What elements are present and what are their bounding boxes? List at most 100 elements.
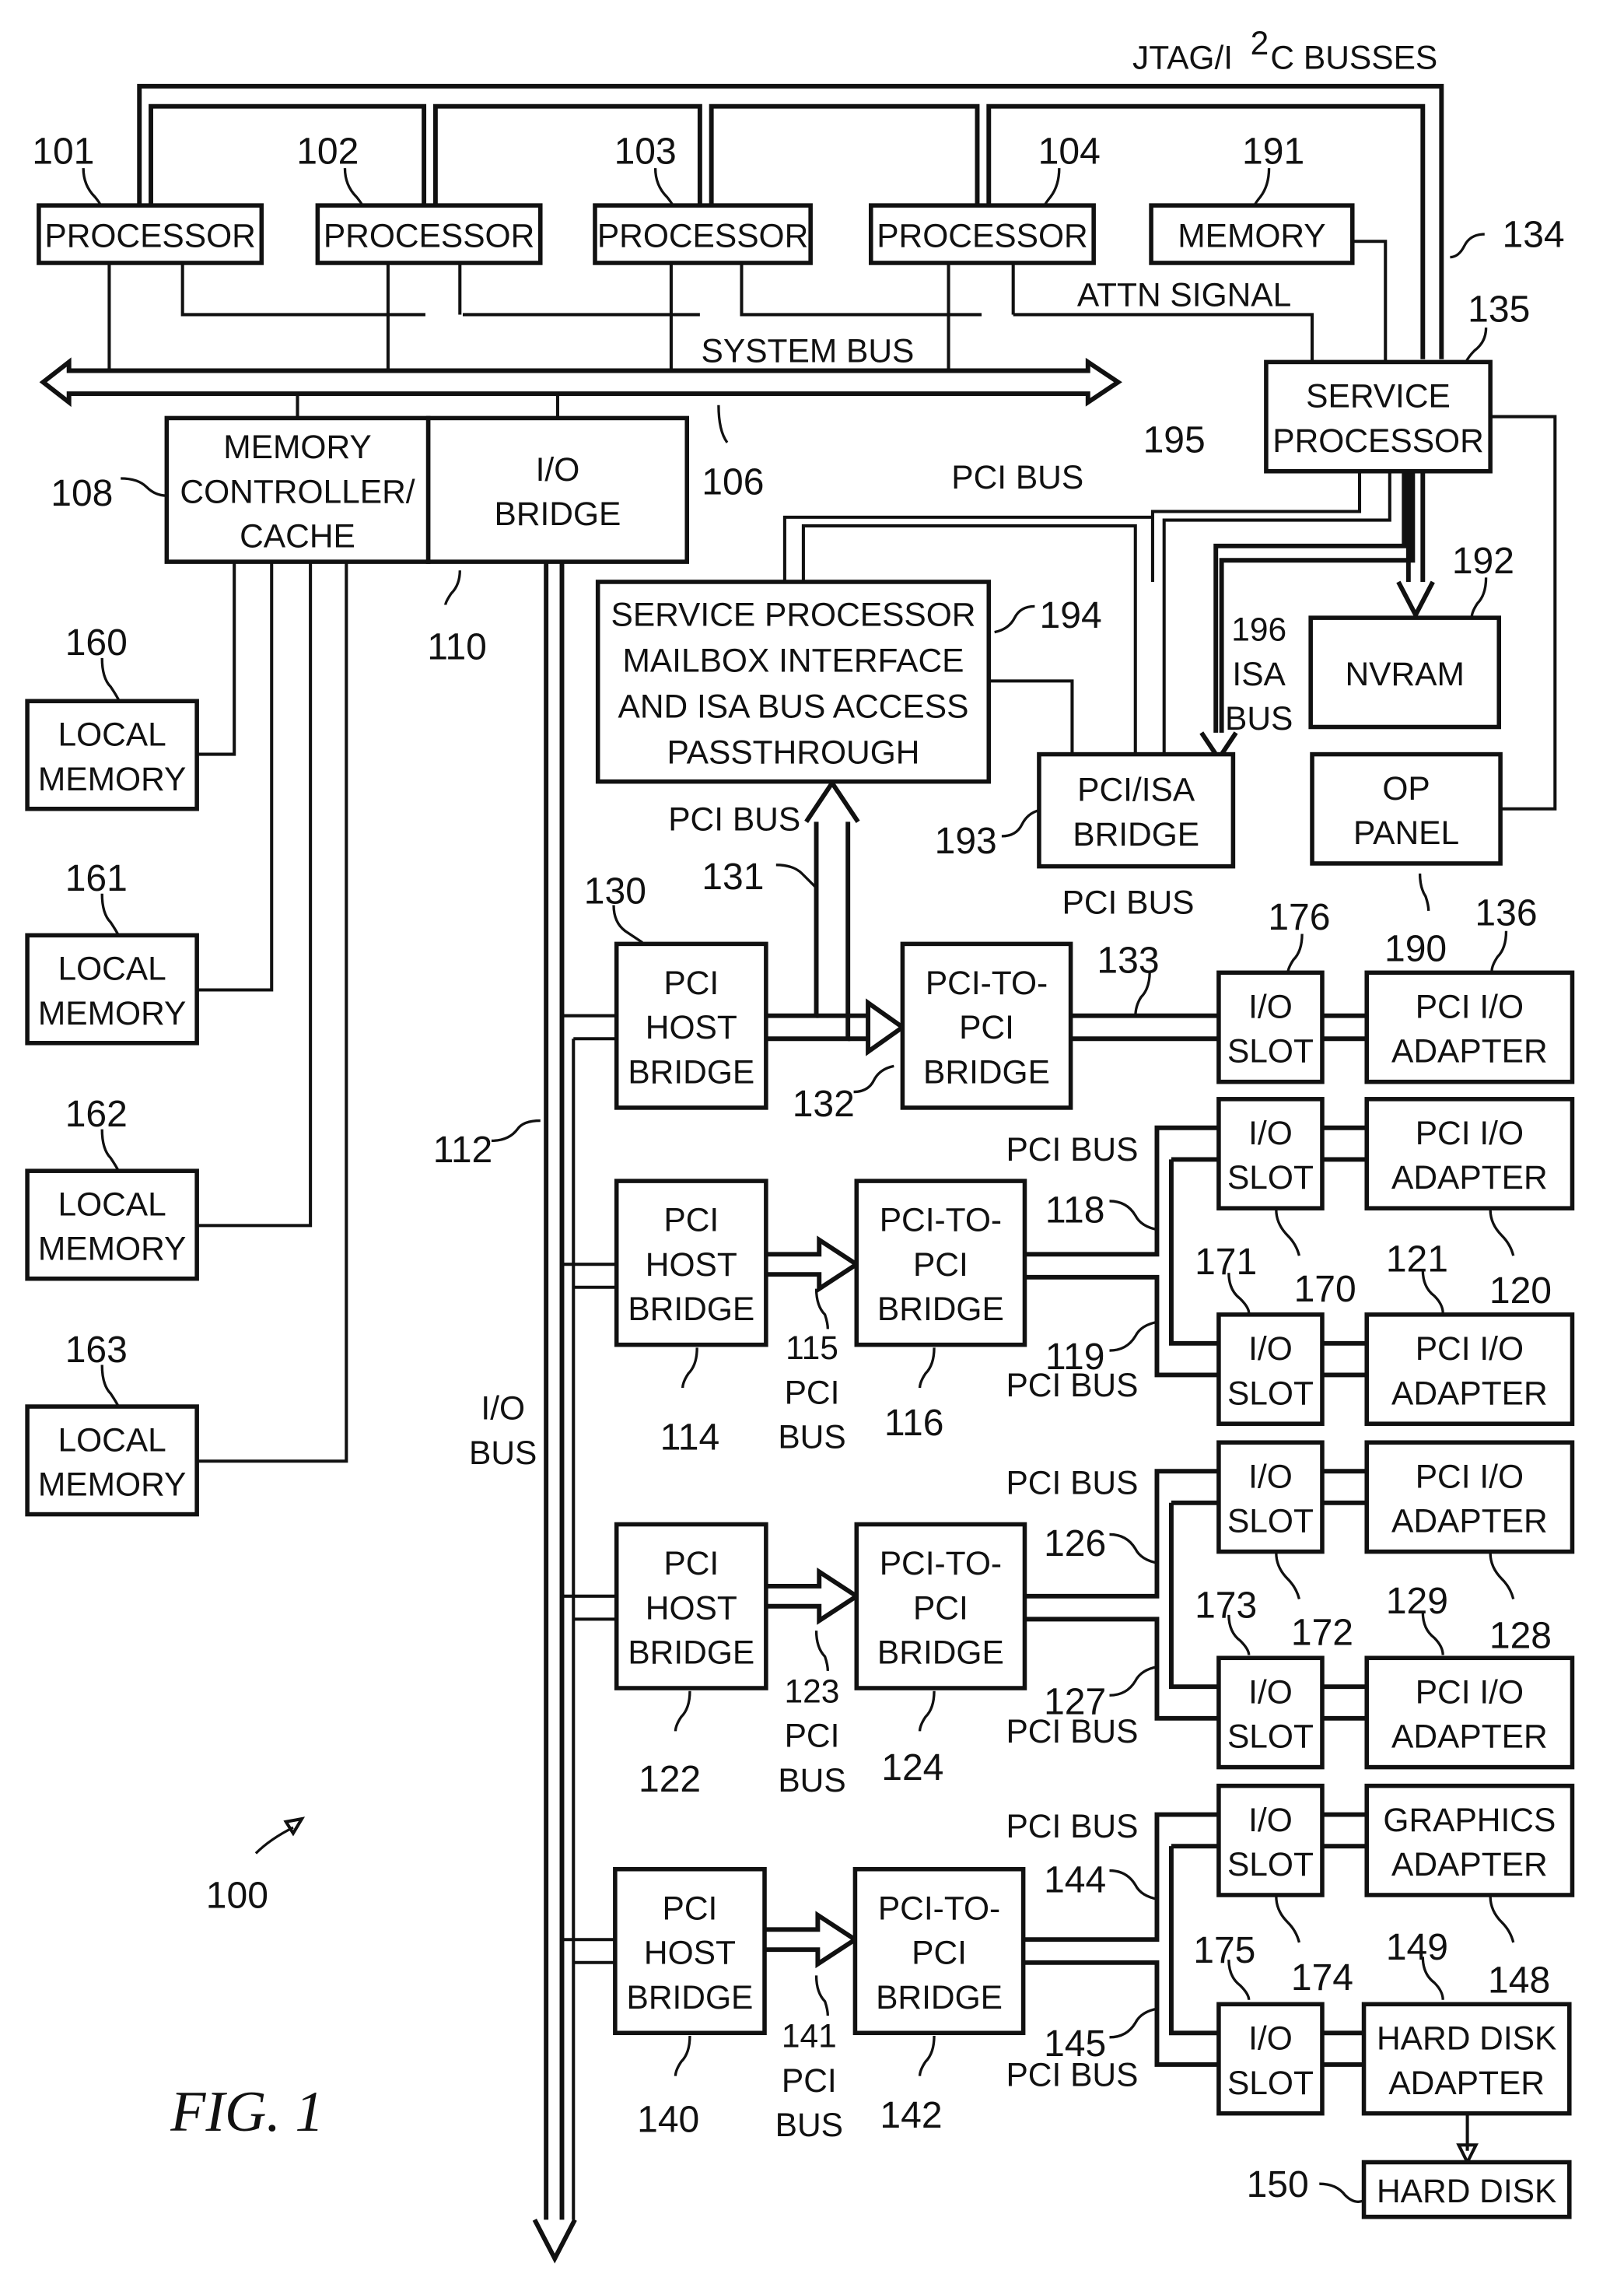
leader-line	[121, 477, 167, 497]
block-110	[425, 415, 690, 564]
leader-line	[814, 1631, 829, 1671]
system-ref-100: 100	[206, 1876, 268, 1917]
block-129-text: PCI I/O	[1416, 1674, 1524, 1711]
block-130-text: HOST	[646, 1010, 737, 1046]
leader-line	[1275, 1553, 1301, 1599]
bus-ref-133: 133	[1097, 940, 1159, 981]
block-174-text: I/O	[1248, 1802, 1293, 1839]
ref-102: 102	[296, 131, 359, 173]
block-120-text: ADAPTER	[1391, 1160, 1548, 1196]
ref-176: 176	[1268, 897, 1330, 938]
sp-op-panel-link	[1490, 415, 1557, 811]
block-124-text: BRIDGE	[877, 1635, 1004, 1672]
local-memory-links	[197, 562, 348, 1463]
leader-line	[814, 1288, 829, 1329]
leader-line	[918, 2035, 936, 2076]
leader-line	[1286, 934, 1304, 975]
ref-192: 192	[1452, 541, 1514, 582]
ref-162: 162	[65, 1094, 128, 1135]
block-122-text: PCI	[663, 1546, 719, 1582]
ref-140: 140	[637, 2100, 699, 2141]
leader-line	[1109, 1533, 1159, 1564]
block-149-text: HARD DISK	[1377, 2021, 1556, 2058]
memory-sp-link	[1352, 240, 1388, 363]
leader-line	[1253, 168, 1271, 206]
bus-ref-195: 195	[1143, 420, 1206, 461]
block-190-text: PANEL	[1353, 815, 1459, 852]
pci-bus-115-label: 115	[786, 1330, 838, 1367]
pci-bus-141-label: BUS	[775, 2107, 843, 2144]
leader-line	[681, 1347, 698, 1389]
block-170-text: SLOT	[1227, 1160, 1314, 1196]
leader-line	[775, 864, 817, 889]
block-163-text: LOCAL	[58, 1422, 166, 1459]
block-175-text: I/O	[1248, 2021, 1293, 2058]
block-132-text: PCI-TO-	[926, 965, 1048, 1002]
block-130-text: BRIDGE	[628, 1055, 754, 1091]
block-142-text: PCI	[912, 1935, 967, 1972]
leader-line	[918, 1347, 936, 1389]
bus-ref-106: 106	[702, 461, 764, 503]
ref-142: 142	[880, 2095, 942, 2136]
leader-line	[1275, 1209, 1301, 1256]
io-bus	[544, 562, 565, 2220]
ref-101: 101	[32, 131, 94, 173]
slot-adapter-link	[1321, 1812, 1367, 2067]
ref-135: 135	[1468, 289, 1530, 331]
block-140-text: BRIDGE	[627, 1980, 754, 2016]
leader-line	[1109, 1320, 1159, 1352]
ref-121: 121	[1386, 1238, 1448, 1280]
leader-line	[653, 168, 674, 206]
leader-line	[674, 1690, 691, 1732]
block-172-text: I/O	[1248, 1459, 1293, 1495]
ref-116: 116	[884, 1403, 944, 1444]
leader-line	[1490, 930, 1508, 972]
block-101-text: PROCESSOR	[44, 219, 255, 255]
leader-line	[994, 604, 1035, 634]
ref-190: 190	[1384, 929, 1447, 970]
io-bus-arrowhead	[532, 2219, 577, 2264]
block-194-text: PASSTHROUGH	[667, 735, 920, 772]
block-120-text: PCI I/O	[1416, 1116, 1524, 1152]
block-148-text: ADAPTER	[1391, 1847, 1548, 1883]
block-132-text: PCI	[959, 1010, 1014, 1046]
leader-line	[100, 1364, 121, 1409]
bus-ref-118: 118	[1045, 1190, 1105, 1231]
block-128-text: ADAPTER	[1391, 1504, 1548, 1540]
sp-nvram-link	[1405, 471, 1426, 582]
leader-line	[1470, 577, 1488, 618]
isa-bus-label: ISA	[1232, 657, 1286, 693]
pci-bus-127-label: PCI BUS	[1006, 1714, 1138, 1750]
host-bridge-branch	[562, 1938, 617, 1964]
block-170-text: I/O	[1248, 1116, 1293, 1152]
attn-taps	[458, 262, 1015, 315]
leader-line	[343, 168, 364, 206]
isa-bus-label: BUS	[1225, 701, 1293, 737]
figure-caption: FIG. 1	[170, 2079, 324, 2143]
block-176-text: SLOT	[1227, 1034, 1314, 1070]
block-122-text: BRIDGE	[628, 1635, 754, 1672]
block-162-text: LOCAL	[58, 1186, 166, 1223]
data-processing-system-diagram: PROCESSOR PROCESSOR PROCESSOR PROCESSOR MEMO…	[25, 26, 1575, 2264]
arrow-to-132	[866, 998, 907, 1056]
io-bus-label: BUS	[469, 1435, 537, 1472]
pci-bus-126-label: PCI BUS	[1006, 1466, 1138, 1502]
leader-line	[918, 1690, 936, 1732]
block-114-text: PCI	[663, 1203, 719, 1239]
bus-ref-134: 134	[1503, 215, 1565, 256]
block-102-text: PROCESSOR	[324, 219, 534, 255]
block-108-text: MEMORY	[223, 429, 371, 466]
pci-bus-119-label: PCI BUS	[1006, 1368, 1138, 1404]
pci-bus-arrow	[765, 1235, 861, 1294]
block-149-text: ADAPTER	[1388, 2065, 1545, 2102]
block-173-text: I/O	[1248, 1674, 1293, 1711]
ref-175: 175	[1193, 1930, 1255, 1971]
block-172-text: SLOT	[1227, 1504, 1314, 1540]
pci-bus-123-label: 123	[785, 1674, 840, 1711]
pci-bus-115-label: PCI	[785, 1375, 840, 1411]
leader-line	[1109, 2007, 1159, 2039]
ref-194: 194	[1040, 595, 1102, 636]
host-bridge-branch	[562, 1594, 617, 1621]
block-175-text: SLOT	[1227, 2065, 1314, 2102]
block-129-text: ADAPTER	[1391, 1719, 1548, 1756]
